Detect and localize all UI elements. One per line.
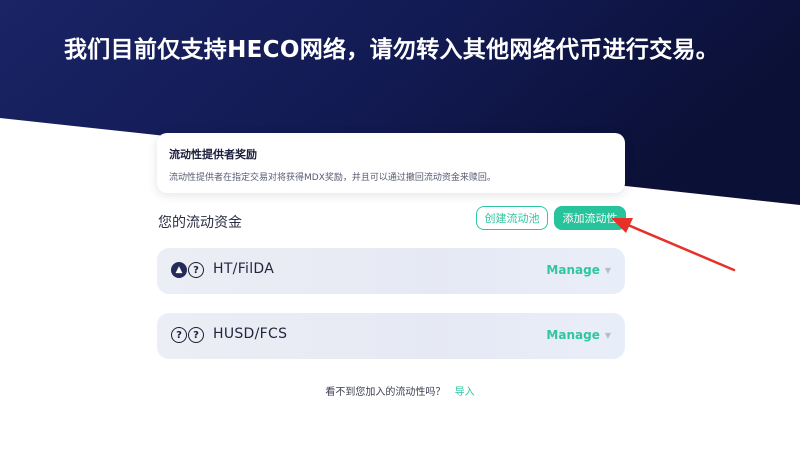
network-warning-headline: 我们目前仅支持HECO网络，请勿转入其他网络代币进行交易。 <box>64 37 720 63</box>
add-liquidity-button[interactable]: 添加流动性 <box>554 206 626 230</box>
liquidity-pair-row[interactable]: ? ? HUSD/FCS Manage ▼ <box>157 313 625 359</box>
import-link[interactable]: 导入 <box>455 387 475 398</box>
lp-reward-card: 流动性提供者奖励 流动性提供者在指定交易对将获得MDX奖励，并且可以通过撤回流动… <box>157 133 625 193</box>
manage-label: Manage <box>546 328 600 342</box>
manage-label: Manage <box>546 263 600 277</box>
liquidity-pair-row[interactable]: ▲ ? HT/FilDA Manage ▼ <box>157 248 625 294</box>
ht-coin-icon: ▲ <box>171 262 187 278</box>
manage-button[interactable]: Manage ▼ <box>546 263 611 277</box>
chevron-down-icon: ▼ <box>604 330 611 340</box>
manage-button[interactable]: Manage ▼ <box>546 328 611 342</box>
unknown-token-icon: ? <box>188 262 204 278</box>
your-liquidity-title: 您的流动资金 <box>158 215 242 231</box>
unknown-token-icon: ? <box>188 327 204 343</box>
pair-name: HUSD/FCS <box>213 326 288 342</box>
import-prompt: 看不到您加入的流动性吗？ 导入 <box>0 383 800 398</box>
chevron-down-icon: ▼ <box>604 265 611 275</box>
lp-reward-description: 流动性提供者在指定交易对将获得MDX奖励，并且可以通过撤回流动资金来赎回。 <box>169 173 496 183</box>
pair-token-icons: ? ? <box>171 327 204 345</box>
unknown-token-icon: ? <box>171 327 187 343</box>
lp-reward-title: 流动性提供者奖励 <box>169 148 257 161</box>
pair-token-icons: ▲ ? <box>171 262 204 280</box>
pair-name: HT/FilDA <box>213 261 275 277</box>
create-pool-button[interactable]: 创建流动池 <box>476 206 548 230</box>
import-question: 看不到您加入的流动性吗？ <box>325 387 446 398</box>
